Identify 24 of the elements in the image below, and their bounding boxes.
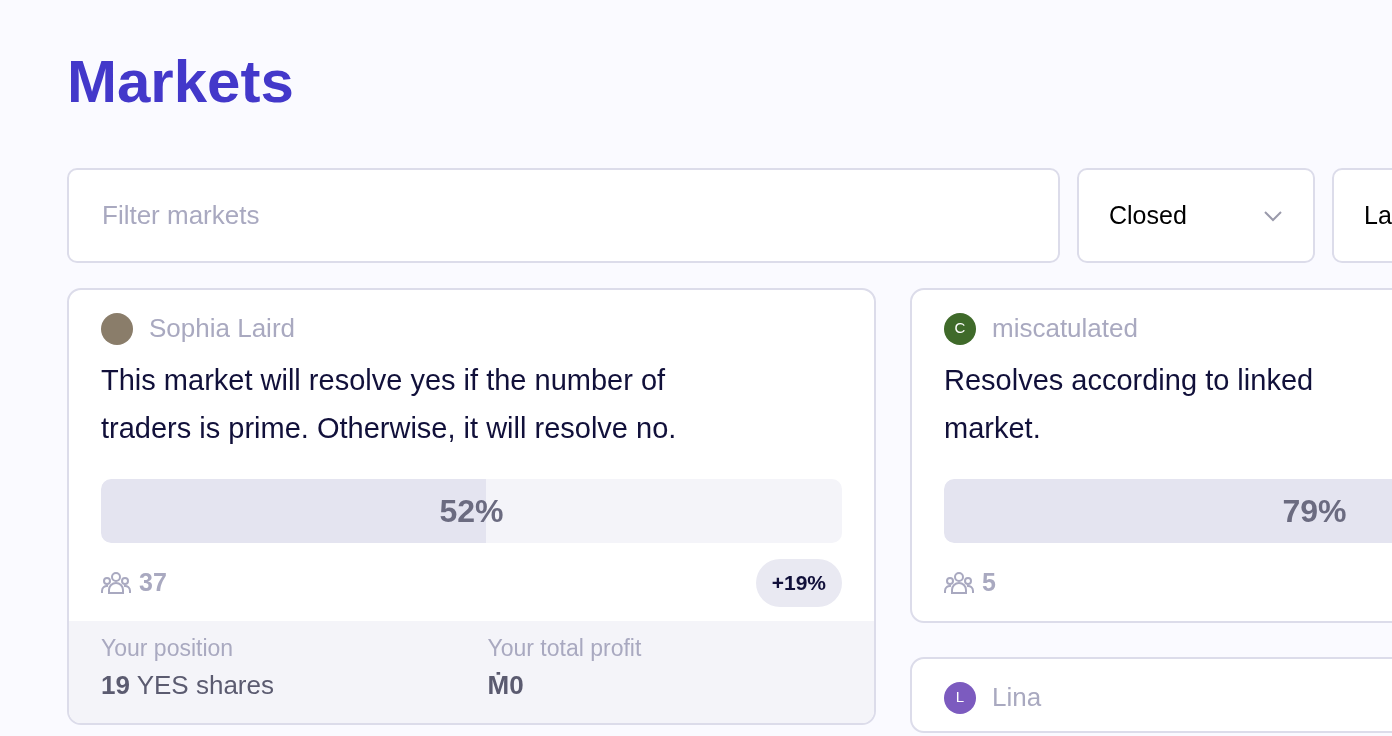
trader-count: 37 [139,567,167,599]
market-card[interactable]: C miscatulated Resolves according to linked market. 79% 5 [910,288,1392,623]
position-value: 19 YES shares [101,668,275,702]
status-select[interactable]: Closed [1077,168,1315,263]
avatar: C [944,312,976,345]
avatar: L [944,681,976,714]
status-select[interactable]: La [1332,168,1392,263]
profit-badge: +19% [755,559,842,607]
page-title: Markets [67,47,294,117]
profit-value: Ṁ0 [487,668,525,702]
probability-value: 52% [439,492,504,531]
people-icon [944,571,974,595]
filter-field[interactable]: Filter markets [67,168,1060,263]
market-question: This market will resolve yes if the number of traders is prime. Otherwise, it will resolve no. [101,363,678,446]
market-card[interactable]: Sophia Laird This market will resolve yes if the number of traders is prime. Otherwise, it will resolve no. 52% 37 +19% Your position 19 YES shares Your total profit Ṁ0 [67,288,876,725]
position-label: Your position [101,634,235,663]
market-card[interactable]: L Lina [910,657,1392,733]
people-icon [101,571,131,595]
avatar-photo-placeholder [101,312,133,345]
caret-icon [1263,209,1283,222]
trader-count: 5 [982,567,996,599]
probability-value: 79% [1282,492,1347,531]
market-question: Resolves according to linked market. [944,363,1315,446]
profit-label: Your total profit [487,634,643,663]
